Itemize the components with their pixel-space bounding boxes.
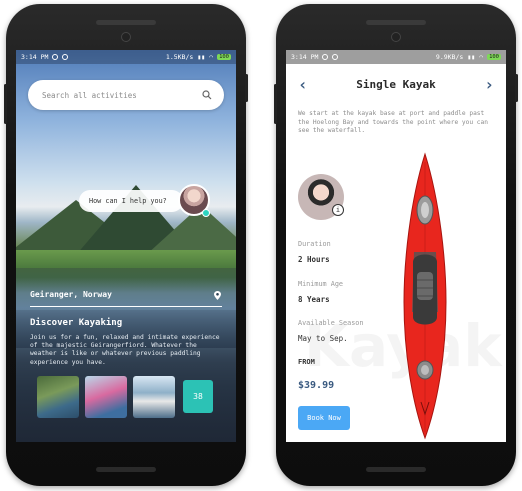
notification-icon xyxy=(332,54,339,60)
season-label: Available Season xyxy=(298,319,364,327)
info-icon[interactable]: i xyxy=(332,204,344,216)
battery-icon: 100 xyxy=(487,54,501,60)
from-label: FROM xyxy=(298,358,315,366)
notification-icon xyxy=(322,54,329,60)
volume-button xyxy=(274,84,277,124)
section-title: Discover Kayaking xyxy=(30,318,123,328)
status-time: 3:14 PM xyxy=(291,53,319,61)
wifi-icon: ◠ xyxy=(479,53,484,61)
thumbnail-strip: 38 xyxy=(37,376,213,418)
network-speed: 1.5KB/s xyxy=(165,53,194,61)
page-title: Single Kayak xyxy=(356,77,436,91)
duration-label: Duration xyxy=(298,240,331,248)
online-status-dot xyxy=(202,209,210,217)
duration-value: 2 Hours xyxy=(298,255,330,264)
search-bar[interactable] xyxy=(28,80,224,110)
bottom-speaker xyxy=(366,467,426,472)
search-input[interactable] xyxy=(40,89,194,101)
notification-icon xyxy=(62,54,69,60)
power-button xyxy=(515,74,518,102)
front-camera xyxy=(121,32,131,42)
detail-header: ‹ Single Kayak › xyxy=(286,74,506,94)
season-value: May to Sep. xyxy=(298,334,348,343)
location-pin-icon[interactable] xyxy=(214,291,221,300)
kayak-image xyxy=(403,152,447,440)
kayakers-photo[interactable] xyxy=(85,376,127,418)
screen-detail: 3:14 PM 9.9KB/s ▮▮ ◠ 100 ‹ Single Kayak … xyxy=(286,50,506,442)
network-speed: 9.9KB/s xyxy=(435,53,464,61)
location-underline xyxy=(30,306,222,308)
status-bar: 3:14 PM 9.9KB/s ▮▮ ◠ 100 xyxy=(286,50,506,64)
battery-icon: 100 xyxy=(217,54,231,60)
tour-intro: We start at the kayak base at port and p… xyxy=(298,110,488,134)
bottom-speaker xyxy=(96,467,156,472)
status-time: 3:14 PM xyxy=(21,53,49,61)
min-age-value: 8 Years xyxy=(298,295,330,304)
phone-left: 3:14 PM 1.5KB/s ▮▮ ◠ 100 How can I help … xyxy=(4,4,248,486)
status-bar: 3:14 PM 1.5KB/s ▮▮ ◠ 100 xyxy=(16,50,236,64)
search-icon[interactable] xyxy=(202,90,212,100)
book-now-button[interactable]: Book Now xyxy=(298,406,350,430)
chevron-left-icon[interactable]: ‹ xyxy=(298,75,308,94)
fjord-photo[interactable] xyxy=(37,376,79,418)
phone-right: 3:14 PM 9.9KB/s ▮▮ ◠ 100 ‹ Single Kayak … xyxy=(274,4,518,486)
more-photos-button[interactable]: 38 xyxy=(183,380,213,413)
earpiece xyxy=(96,20,156,25)
earpiece xyxy=(366,20,426,25)
front-camera xyxy=(391,32,401,42)
min-age-label: Minimum Age xyxy=(298,280,344,288)
volume-button xyxy=(4,84,7,124)
signal-icon: ▮▮ xyxy=(197,53,206,61)
valley xyxy=(16,250,236,268)
signal-icon: ▮▮ xyxy=(467,53,476,61)
notification-icon xyxy=(52,54,59,60)
activity-description: Join us for a fun, relaxed and intimate … xyxy=(30,334,220,366)
screen-discover: 3:14 PM 1.5KB/s ▮▮ ◠ 100 How can I help … xyxy=(16,50,236,442)
boat-photo[interactable] xyxy=(133,376,175,418)
chat-prompt-bubble[interactable]: How can I help you? xyxy=(79,190,183,212)
power-button xyxy=(245,74,248,102)
wifi-icon: ◠ xyxy=(209,53,214,61)
location-label[interactable]: Geiranger, Norway xyxy=(30,290,222,299)
chevron-right-icon[interactable]: › xyxy=(484,75,494,94)
price: $39.99 xyxy=(298,380,335,391)
